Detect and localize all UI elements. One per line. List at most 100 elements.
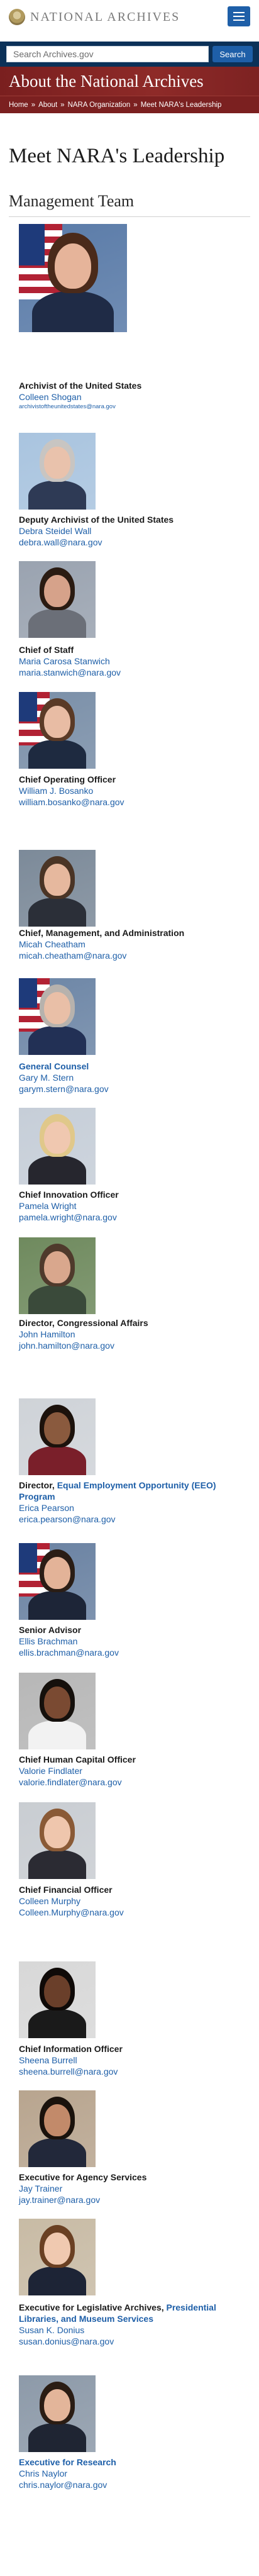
staff-role: Chief Operating Officer: [19, 774, 116, 784]
staff-photo: [19, 2375, 96, 2452]
staff-email-link[interactable]: garym.stern@nara.gov: [19, 1083, 251, 1095]
staff-photo: [19, 433, 96, 510]
staff-email-link[interactable]: erica.pearson@nara.gov: [19, 1514, 251, 1525]
banner-title: About the National Archives: [9, 72, 204, 91]
site-header: NATIONAL ARCHIVES: [0, 0, 259, 42]
staff-role: Archivist of the United States: [19, 381, 142, 391]
staff-email-link[interactable]: valorie.findlater@nara.gov: [19, 1776, 251, 1788]
staff-member: Executive for Legislative Archives, Pres…: [19, 2302, 251, 2347]
menu-bar-icon: [233, 20, 245, 21]
staff-member: Chief Information Officer Sheena Burrell s…: [19, 2043, 251, 2077]
staff-name-link[interactable]: Maria Carosa Stanwich: [19, 655, 251, 667]
staff-member: Chief Operating Officer William J. Bosank…: [19, 774, 251, 808]
breadcrumb-separator: »: [133, 101, 138, 109]
staff-role: Chief of Staff: [19, 645, 74, 655]
staff-name-link[interactable]: Colleen Murphy: [19, 1895, 251, 1907]
staff-email-link[interactable]: ellis.brachman@nara.gov: [19, 1647, 251, 1658]
search-bar: Search: [0, 42, 259, 67]
staff-member: General Counsel Gary M. Stern garym.stern@…: [19, 1061, 251, 1095]
breadcrumb-separator: »: [60, 101, 65, 109]
staff-email-link[interactable]: john.hamilton@nara.gov: [19, 1340, 251, 1351]
staff-photo: [19, 1961, 96, 2038]
staff-role: Director, Congressional Affairs: [19, 1318, 148, 1328]
staff-name-link[interactable]: Colleen Shogan: [19, 391, 251, 403]
breadcrumb: Home » About » NARA Organization » Meet …: [0, 96, 259, 113]
staff-name-link[interactable]: Valorie Findlater: [19, 1765, 251, 1776]
staff-member: Chief Human Capital Officer Valorie Findl…: [19, 1754, 251, 1788]
staff-name-link[interactable]: Jay Trainer: [19, 2183, 251, 2194]
staff-name-link[interactable]: William J. Bosanko: [19, 785, 251, 796]
hamburger-menu-button[interactable]: [228, 6, 250, 26]
staff-role: Director, Equal Employment Opportunity (…: [19, 1480, 251, 1502]
logo-text: NATIONAL ARCHIVES: [30, 9, 180, 24]
staff-role[interactable]: General Counsel: [19, 1061, 251, 1072]
breadcrumb-home[interactable]: Home: [9, 101, 28, 109]
section-banner: About the National Archives: [0, 67, 259, 96]
staff-email-link[interactable]: micah.cheatham@nara.gov: [19, 950, 251, 961]
staff-member: Executive for Agency Services Jay Trainer…: [19, 2172, 251, 2205]
staff-role: Chief Innovation Officer: [19, 1190, 119, 1200]
staff-name-link[interactable]: Chris Naylor: [19, 2468, 251, 2479]
menu-bar-icon: [233, 16, 245, 17]
staff-role: Chief, Management, and Administration: [19, 928, 185, 938]
staff-name-link[interactable]: Debra Steidel Wall: [19, 525, 251, 537]
staff-member: Archivist of the United States Colleen Sh…: [19, 380, 251, 411]
staff-name-link[interactable]: Gary M. Stern: [19, 1072, 251, 1083]
search-button[interactable]: Search: [212, 46, 253, 62]
staff-member: Director, Congressional Affairs John Hami…: [19, 1317, 251, 1351]
staff-role: Chief Human Capital Officer: [19, 1754, 136, 1765]
staff-member: Executive for Research Chris Naylor chris.…: [19, 2456, 251, 2490]
eagle-seal-icon: [9, 9, 25, 25]
staff-email-link[interactable]: william.bosanko@nara.gov: [19, 796, 251, 808]
breadcrumb-current: Meet NARA's Leadership: [140, 101, 222, 109]
breadcrumb-separator: »: [31, 101, 36, 109]
staff-photo: [19, 1802, 96, 1879]
page-title: Meet NARA's Leadership: [9, 145, 225, 167]
breadcrumb-nara-organization[interactable]: NARA Organization: [68, 101, 131, 109]
staff-email-link[interactable]: debra.wall@nara.gov: [19, 537, 251, 548]
staff-name-link[interactable]: Sheena Burrell: [19, 2055, 251, 2066]
staff-email-link[interactable]: archivistoftheunitedstates@nara.gov: [19, 403, 251, 411]
staff-photo: [19, 692, 96, 769]
staff-role-prefix: Executive for Legislative Archives,: [19, 2302, 167, 2312]
staff-member: Chief Financial Officer Colleen Murphy Col…: [19, 1884, 251, 1918]
section-title: Management Team: [9, 191, 250, 217]
staff-photo: [19, 1543, 96, 1620]
staff-role: Deputy Archivist of the United States: [19, 515, 174, 525]
staff-role: Chief Information Officer: [19, 2044, 123, 2054]
staff-name-link[interactable]: John Hamilton: [19, 1329, 251, 1340]
staff-role: Chief Financial Officer: [19, 1885, 113, 1895]
staff-name-link[interactable]: Ellis Brachman: [19, 1636, 251, 1647]
national-archives-logo[interactable]: NATIONAL ARCHIVES: [9, 9, 180, 25]
staff-photo: [19, 1237, 96, 1314]
staff-role-prefix: Director,: [19, 1480, 57, 1490]
staff-email-link[interactable]: chris.naylor@nara.gov: [19, 2479, 251, 2490]
search-input[interactable]: [6, 46, 209, 62]
staff-member: Director, Equal Employment Opportunity (…: [19, 1480, 251, 1525]
staff-photo: [19, 1673, 96, 1749]
staff-member: Chief of Staff Maria Carosa Stanwich maria…: [19, 644, 251, 678]
staff-email-link[interactable]: sheena.burrell@nara.gov: [19, 2066, 251, 2077]
staff-photo: [19, 224, 127, 332]
staff-email-link[interactable]: pamela.wright@nara.gov: [19, 1212, 251, 1223]
staff-email-link[interactable]: jay.trainer@nara.gov: [19, 2194, 251, 2205]
staff-member: Deputy Archivist of the United States Deb…: [19, 514, 251, 548]
staff-photo: [19, 2219, 96, 2295]
staff-email-link[interactable]: susan.donius@nara.gov: [19, 2336, 251, 2347]
staff-name-link[interactable]: Micah Cheatham: [19, 939, 251, 950]
staff-email-link[interactable]: maria.stanwich@nara.gov: [19, 667, 251, 678]
staff-photo: [19, 850, 96, 927]
staff-email-link[interactable]: Colleen.Murphy@nara.gov: [19, 1907, 251, 1918]
staff-role: Executive for Agency Services: [19, 2172, 147, 2182]
staff-member: Chief, Management, and Administration Mic…: [19, 927, 251, 961]
staff-member: Senior Advisor Ellis Brachman ellis.brachm…: [19, 1624, 251, 1658]
menu-bar-icon: [233, 12, 245, 13]
staff-photo: [19, 2090, 96, 2167]
staff-name-link[interactable]: Pamela Wright: [19, 1200, 251, 1212]
staff-role[interactable]: Executive for Research: [19, 2456, 251, 2468]
staff-name-link[interactable]: Erica Pearson: [19, 1502, 251, 1514]
staff-name-link[interactable]: Susan K. Donius: [19, 2324, 251, 2336]
breadcrumb-about[interactable]: About: [38, 101, 57, 109]
staff-member: Chief Innovation Officer Pamela Wright pam…: [19, 1189, 251, 1223]
staff-photo: [19, 1108, 96, 1185]
